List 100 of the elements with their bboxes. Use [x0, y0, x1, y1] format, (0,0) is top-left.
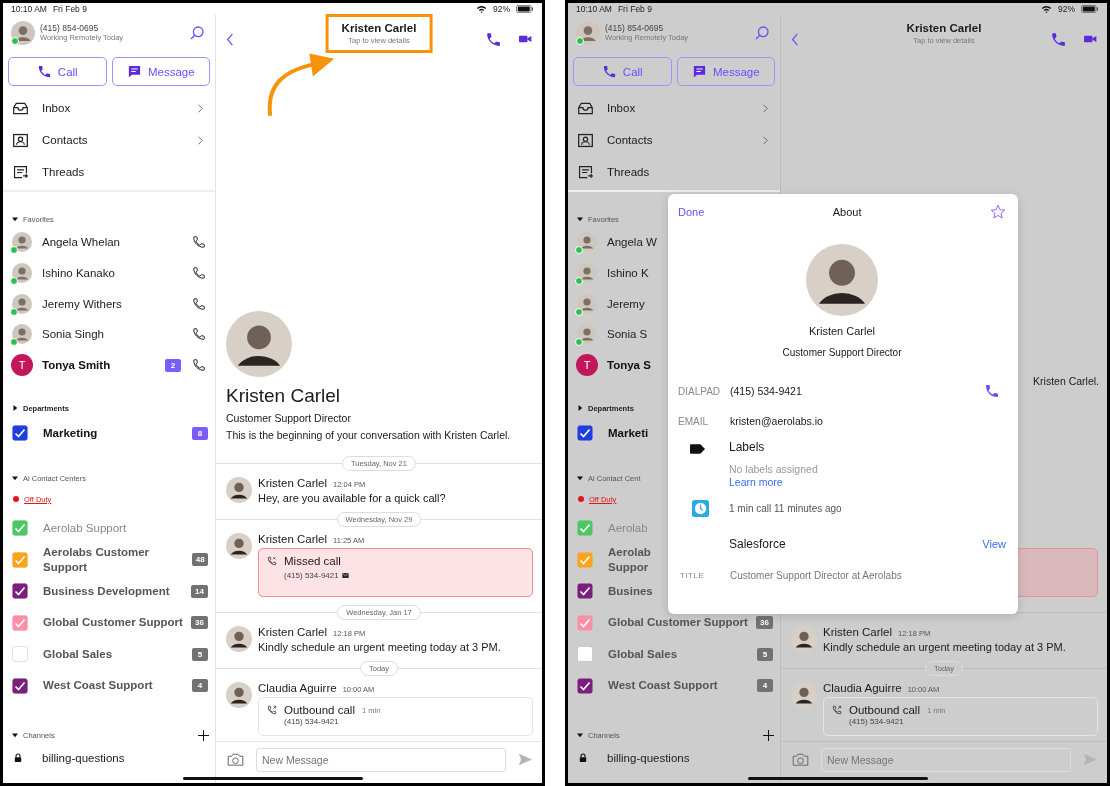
expanded-triangle-icon[interactable]	[12, 475, 18, 482]
expanded-triangle-icon[interactable]	[12, 732, 18, 739]
avatar-silhouette[interactable]	[576, 21, 600, 45]
threads-icon[interactable]	[12, 163, 29, 181]
phone-icon[interactable]	[192, 358, 206, 373]
chevron-right-icon[interactable]	[197, 103, 203, 113]
search-icon[interactable]	[189, 25, 205, 41]
checkbox[interactable]	[577, 551, 593, 568]
list-item-label[interactable]: West Coast Support	[608, 678, 724, 694]
missed-call-icon	[267, 556, 277, 566]
call-title: Missed call	[284, 555, 341, 567]
contact-name[interactable]: Sonia S	[607, 328, 648, 341]
count-badge: 4	[757, 679, 773, 693]
star-icon[interactable]	[990, 204, 1006, 220]
contact-card-icon[interactable]	[577, 131, 594, 149]
checkbox[interactable]	[12, 551, 28, 568]
message-button[interactable]: Message	[111, 57, 210, 86]
channel-name[interactable]: billing-questions	[607, 752, 690, 765]
checkbox[interactable]	[12, 646, 28, 663]
list-item-label[interactable]: Global Customer Support	[608, 615, 754, 631]
done-link[interactable]: Done	[678, 206, 705, 218]
contact-name[interactable]: Ishino Kanako	[42, 267, 115, 280]
video-camera-icon[interactable]	[519, 34, 532, 44]
list-item-label[interactable]: Aerolabs Customer Support	[43, 544, 192, 575]
nav-item[interactable]: Contacts	[42, 134, 88, 146]
collapsed-triangle-icon[interactable]	[12, 405, 18, 412]
contact-card-icon[interactable]	[12, 131, 29, 149]
nav-item[interactable]: Contacts	[607, 134, 653, 146]
contact-name[interactable]: Tonya Smith	[42, 359, 111, 372]
phone-icon[interactable]	[984, 383, 1000, 399]
list-item-label[interactable]: Global Sales	[608, 646, 684, 662]
avatar-silhouette[interactable]	[11, 21, 35, 45]
contact-name[interactable]: Angela W	[607, 236, 657, 249]
avatar-silhouette	[226, 311, 292, 377]
phone-icon[interactable]	[192, 327, 206, 342]
channel-name[interactable]: billing-questions	[42, 752, 125, 765]
expanded-triangle-icon[interactable]	[577, 216, 583, 222]
contact-title[interactable]: Kristen Carlel	[906, 22, 982, 34]
checkbox[interactable]	[577, 646, 593, 663]
expanded-triangle-icon[interactable]	[577, 732, 583, 739]
list-item-label[interactable]: Global Customer Support	[43, 615, 189, 631]
camera-icon[interactable]	[227, 753, 244, 766]
contact-name[interactable]: Tonya S	[607, 359, 651, 372]
list-item-label[interactable]: Business Development	[43, 583, 176, 599]
contact-name[interactable]: Ishino K	[607, 267, 649, 280]
message-input[interactable]: New Message	[256, 747, 506, 772]
add-icon[interactable]	[198, 729, 209, 741]
expanded-triangle-icon[interactable]	[577, 475, 583, 482]
list-item-label[interactable]: Global Sales	[43, 646, 119, 662]
contact-name[interactable]: Sonia Singh	[42, 328, 105, 341]
back-icon[interactable]	[226, 32, 234, 46]
contact-name[interactable]: Angela Whelan	[42, 236, 120, 249]
checkbox[interactable]	[577, 425, 593, 442]
view-link[interactable]: View	[982, 538, 1006, 550]
threads-icon[interactable]	[577, 163, 594, 181]
list-item-label[interactable]: Marketi	[608, 425, 655, 441]
list-item-label[interactable]: Busines	[608, 583, 659, 599]
missed-call-card[interactable]: Missed call (415) 534-9421	[258, 548, 533, 597]
video-camera-icon[interactable]	[1084, 34, 1097, 44]
avatar-silhouette	[577, 293, 597, 314]
phone-icon[interactable]	[1050, 30, 1067, 48]
message-author: Kristen Carlel	[258, 626, 328, 638]
chevron-right-icon[interactable]	[197, 135, 203, 145]
phone-icon[interactable]	[485, 30, 502, 48]
battery-icon	[516, 5, 534, 13]
add-icon[interactable]	[763, 729, 774, 741]
nav-item[interactable]: Threads	[42, 166, 85, 178]
checkbox[interactable]	[12, 425, 28, 442]
checkbox[interactable]	[577, 677, 593, 694]
nav-item[interactable]: Inbox	[42, 102, 71, 114]
last-call-text: 1 min call 11 minutes ago	[729, 502, 842, 514]
contact-name[interactable]: Jeremy Withers	[42, 297, 122, 310]
contact-title[interactable]: Kristen Carlel	[341, 22, 417, 34]
wifi-icon	[1041, 5, 1052, 13]
contact-name[interactable]: Jeremy	[607, 297, 645, 310]
checkbox[interactable]	[12, 614, 28, 631]
search-icon[interactable]	[754, 25, 770, 41]
back-icon[interactable]	[791, 32, 799, 46]
nav-item[interactable]: Threads	[607, 166, 650, 178]
phone-icon[interactable]	[192, 266, 206, 281]
list-item-label[interactable]: Aerolab Suppor	[608, 544, 668, 575]
checkbox[interactable]	[577, 614, 593, 631]
integration-name: Salesforce	[728, 537, 786, 551]
message-input[interactable]: New Message	[821, 747, 1071, 772]
nav-item[interactable]: Inbox	[607, 102, 636, 114]
checkbox[interactable]	[577, 583, 593, 600]
field-value: (415) 534-9421	[730, 385, 802, 397]
contact-role: Customer Support Director	[226, 412, 352, 424]
call-button[interactable]: Call	[8, 57, 107, 86]
expanded-triangle-icon[interactable]	[12, 216, 18, 222]
list-item-label[interactable]: Marketing	[43, 425, 104, 441]
list-item-label[interactable]: West Coast Support	[43, 678, 159, 694]
checkbox[interactable]	[12, 677, 28, 694]
camera-icon[interactable]	[792, 753, 809, 766]
initial-avatar: T	[11, 354, 33, 377]
phone-icon[interactable]	[192, 296, 206, 311]
checkbox[interactable]	[12, 583, 28, 600]
phone-icon[interactable]	[192, 235, 206, 250]
learn-more-link[interactable]: Learn more	[729, 476, 818, 488]
collapsed-triangle-icon[interactable]	[577, 405, 583, 412]
